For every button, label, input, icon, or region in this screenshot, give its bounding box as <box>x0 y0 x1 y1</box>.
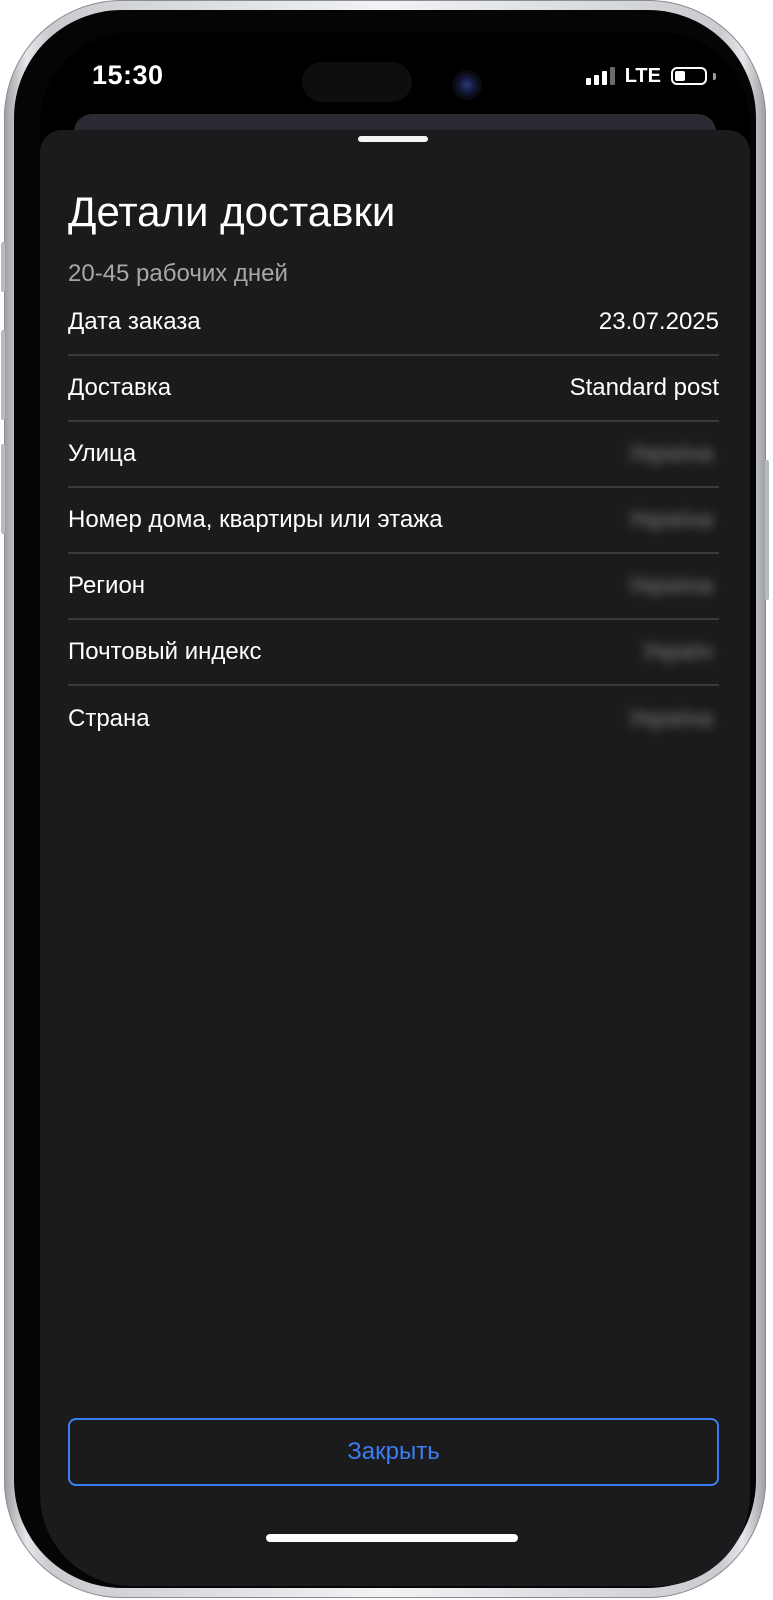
signal-icon <box>585 67 615 85</box>
delivery-details-sheet: Детали доставки 20-45 рабочих дней Дата … <box>40 130 750 1586</box>
home-indicator[interactable] <box>266 1534 518 1542</box>
dynamic-island <box>302 62 412 102</box>
detail-row-country: Страна Україна <box>68 686 719 752</box>
row-value-redacted: Україн <box>641 638 713 665</box>
detail-row-region: Регион Україна <box>68 554 719 620</box>
phone-bezel: 15:30 LTE Детали доставки 20-45 рабочих … <box>14 10 756 1588</box>
row-label: Доставка <box>68 374 172 401</box>
battery-level <box>675 71 685 81</box>
network-type: LTE <box>624 64 661 87</box>
close-button[interactable]: Закрыть <box>68 1418 719 1486</box>
sheet-grabber[interactable] <box>358 136 428 142</box>
details-list: Дата заказа 23.07.2025 Доставка Standard… <box>68 290 719 752</box>
row-label: Почтовый индекс <box>68 638 262 665</box>
page-title: Детали доставки <box>68 188 396 235</box>
detail-row-shipping: Доставка Standard post <box>68 356 719 422</box>
row-label: Улица <box>68 440 137 467</box>
status-time: 15:30 <box>92 60 164 90</box>
row-label: Регион <box>68 572 146 599</box>
row-value-redacted: Україна <box>628 572 713 599</box>
row-value: 23.07.2025 <box>598 308 719 335</box>
detail-row-order-date: Дата заказа 23.07.2025 <box>68 290 719 356</box>
side-button-left-mid <box>1 330 5 420</box>
delivery-time-subtitle: 20-45 рабочих дней <box>68 260 288 287</box>
detail-row-street: Улица Україна <box>68 422 719 488</box>
row-value-redacted: Україна <box>628 440 713 467</box>
phone-frame: 15:30 LTE Детали доставки 20-45 рабочих … <box>1 0 769 1598</box>
battery-icon <box>671 67 707 85</box>
row-value: Standard post <box>569 374 719 401</box>
row-value-redacted: Україна <box>628 506 713 533</box>
battery-tip <box>713 72 716 80</box>
row-label: Дата заказа <box>68 308 201 335</box>
row-value-redacted: Україна <box>628 705 713 732</box>
side-button-left-top <box>1 242 5 292</box>
row-label: Номер дома, квартиры или этажа <box>68 506 443 533</box>
side-button-left-bottom <box>1 444 5 534</box>
status-indicators: LTE <box>585 64 716 88</box>
row-label: Страна <box>68 705 150 732</box>
phone-screen: 15:30 LTE Детали доставки 20-45 рабочих … <box>40 32 750 1586</box>
side-button-right <box>765 460 769 600</box>
detail-row-postal-code: Почтовый индекс Україн <box>68 620 719 686</box>
camera-icon <box>452 70 482 100</box>
detail-row-house-number: Номер дома, квартиры или этажа Україна <box>68 488 719 554</box>
